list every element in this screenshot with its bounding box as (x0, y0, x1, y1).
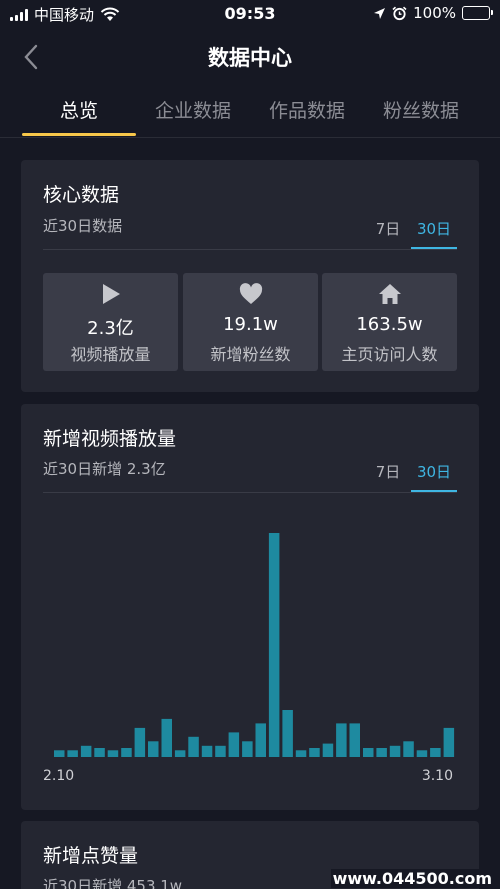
status-bar: 中国移动 09:53 100% (0, 0, 500, 28)
home-icon (378, 284, 401, 304)
chart-bar[interactable] (268, 533, 280, 757)
video-plays-bar-chart (54, 533, 455, 757)
chart-bar[interactable] (148, 741, 159, 757)
metric-label: 主页访问人数 (341, 345, 438, 364)
chart-bar[interactable] (376, 748, 387, 757)
chart-bar[interactable] (443, 727, 455, 757)
chart-bar[interactable] (403, 741, 414, 757)
chart-bar[interactable] (349, 723, 361, 757)
chart-bar[interactable] (309, 748, 320, 757)
video-plays-card: 新增视频播放量 近30日新增 2.3亿 7日 30日 2.10 3.10 (21, 404, 479, 810)
plays-range-toggle: 7日 30日 (365, 461, 457, 492)
metric-value: 2.3亿 (87, 318, 134, 339)
chart-bar[interactable] (134, 727, 146, 757)
chart-bar[interactable] (107, 750, 119, 757)
nav-bar: 数据中心 (0, 28, 500, 82)
page-title: 数据中心 (208, 46, 292, 70)
tab-bar: 总览 企业数据 作品数据 粉丝数据 (0, 82, 500, 138)
new-likes-subtitle: 近30日新增 453.1w (43, 877, 183, 889)
core-data-subtitle: 近30日数据 (43, 217, 123, 235)
new-likes-title: 新增点赞量 (43, 845, 139, 867)
metric-video-plays[interactable]: 2.3亿 视频播放量 (43, 273, 178, 371)
chart-bar[interactable] (201, 745, 213, 757)
core-data-title: 核心数据 (43, 184, 120, 206)
chart-bar[interactable] (174, 750, 186, 757)
tab-active-indicator (22, 133, 136, 136)
plays-divider (43, 492, 457, 493)
range-30d-option[interactable]: 30日 (411, 461, 457, 492)
range-7d-option[interactable]: 7日 (365, 218, 411, 249)
chart-bar[interactable] (363, 748, 374, 757)
chart-bar[interactable] (67, 750, 78, 757)
metric-value: 163.5w (356, 314, 423, 335)
location-arrow-icon (374, 7, 386, 19)
chart-bar[interactable] (322, 743, 334, 757)
chart-bar[interactable] (188, 736, 199, 757)
video-plays-subtitle: 近30日新增 2.3亿 (43, 460, 166, 478)
tab-fans-data[interactable]: 粉丝数据 (368, 96, 474, 123)
battery-percent: 100% (413, 4, 456, 22)
range-7d-option[interactable]: 7日 (365, 461, 411, 492)
play-icon (102, 284, 120, 304)
tab-works-data[interactable]: 作品数据 (254, 96, 360, 123)
chart-bar[interactable] (80, 745, 92, 757)
chart-bar[interactable] (94, 748, 105, 757)
alarm-icon (392, 6, 407, 20)
range-30d-option[interactable]: 30日 (411, 218, 457, 249)
chart-bar[interactable] (416, 750, 428, 757)
core-divider (43, 249, 457, 250)
metric-new-fans[interactable]: 19.1w 新增粉丝数 (183, 273, 318, 371)
core-range-toggle: 7日 30日 (365, 218, 457, 249)
chart-bar[interactable] (215, 745, 226, 757)
chart-bar[interactable] (228, 732, 240, 757)
battery-icon (462, 6, 493, 20)
chart-bar[interactable] (242, 741, 253, 757)
chart-bar[interactable] (389, 745, 401, 757)
video-plays-title: 新增视频播放量 (43, 428, 177, 450)
chart-bar[interactable] (54, 750, 65, 757)
metric-homepage-visitors[interactable]: 163.5w 主页访问人数 (322, 273, 457, 371)
chart-bar[interactable] (255, 723, 267, 757)
tab-overview[interactable]: 总览 (22, 96, 136, 123)
watermark-text: www.044500.com (330, 869, 494, 888)
chart-bar[interactable] (336, 723, 347, 757)
chart-bar[interactable] (430, 748, 441, 757)
core-data-card: 核心数据 近30日数据 7日 30日 2.3亿 视频播放量 19.1w 新增粉丝… (21, 160, 479, 392)
metric-label: 新增粉丝数 (210, 345, 291, 364)
heart-icon (239, 283, 262, 304)
chart-bar[interactable] (161, 718, 173, 757)
metric-value: 19.1w (223, 314, 278, 335)
status-right: 100% (373, 4, 493, 22)
chart-bar[interactable] (295, 750, 307, 757)
x-axis-start-label: 2.10 (43, 768, 75, 784)
x-axis-end-label: 3.10 (421, 768, 453, 784)
chart-bar[interactable] (282, 710, 293, 757)
chart-bar[interactable] (121, 748, 132, 757)
tab-enterprise-data[interactable]: 企业数据 (140, 96, 246, 123)
metric-label: 视频播放量 (70, 345, 151, 364)
